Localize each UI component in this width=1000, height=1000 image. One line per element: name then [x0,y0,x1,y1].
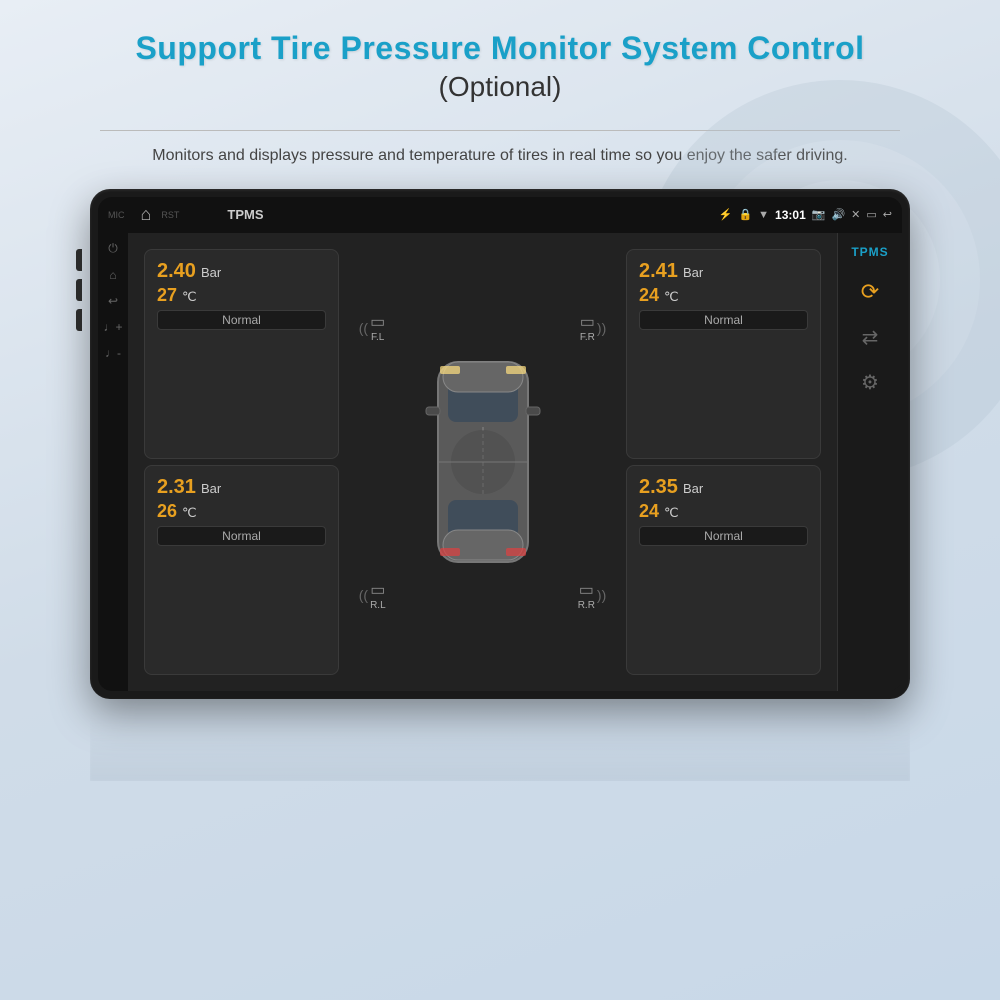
window-icon[interactable]: ▭ [866,208,876,221]
label-fl: F.L [371,332,384,343]
tire-fl-temp-unit: ℃ [182,289,197,305]
status-time: 13:01 [775,208,806,222]
tire-rl-temp-unit: ℃ [182,505,197,521]
side-button-3[interactable] [76,309,82,331]
tire-rr-pressure-unit: Bar [683,481,703,496]
sidebar-vol-up-icon[interactable]: ♩+ [103,320,122,334]
tire-fl-status: Normal [157,310,326,330]
tire-rl-status: Normal [157,526,326,546]
volume-icon: 🔊 [831,208,845,221]
waves-rr-icon: )) [597,587,606,603]
tire-fr-pressure-unit: Bar [683,265,703,280]
sidebar-vol-down-icon[interactable]: ♩- [105,346,121,360]
sensor-fr: ▭ F.R [580,312,595,343]
side-buttons [76,249,82,331]
device-reflection [90,701,910,781]
tire-rr-temp-row: 24 ℃ [639,501,808,522]
reflection-inner [90,701,910,781]
sensor-rr: ▭ R.R [578,580,595,611]
sensor-fl-group: (( ▭ F.L [359,312,385,343]
tire-fl-temp-row: 27 ℃ [157,285,326,306]
tire-fr-pressure-row: 2.41 Bar [639,260,808,283]
tire-rr-pressure-row: 2.35 Bar [639,476,808,499]
side-button-2[interactable] [76,279,82,301]
tire-fr-temp-unit: ℃ [664,289,679,305]
side-button-1[interactable] [76,249,82,271]
tire-card-rr: 2.35 Bar 24 ℃ Normal [626,465,821,675]
tire-rl-temp: 26 [157,501,177,522]
sensor-rl-group: (( ▭ R.L [359,580,386,611]
app-title-label: TPMS [227,207,710,222]
label-fr: F.R [580,332,595,343]
tire-fl-temp: 27 [157,285,177,306]
sidebar-home-icon[interactable]: ⌂ [109,268,116,282]
tire-fl-pressure: 2.40 [157,260,196,283]
sensor-fl: ▭ F.L [370,312,385,343]
tpms-display: 2.40 Bar 27 ℃ Normal [128,233,837,691]
tire-card-rl: 2.31 Bar 26 ℃ Normal [144,465,339,675]
tire-icon-rl: ▭ [370,580,385,600]
tire-rr-temp: 24 [639,501,659,522]
tire-card-fl: 2.40 Bar 27 ℃ Normal [144,249,339,459]
waves-fl-icon: (( [359,320,368,336]
status-bar: MIC ⌂ RST TPMS ⚡ 🔒 ▼ 13:01 📷 🔊 ✕ ▭ ↩ [98,197,902,233]
sidebar-power-icon[interactable]: ⏻ [108,241,118,256]
tire-center: (( ▭ F.L ▭ [345,249,620,675]
label-rl: R.L [370,600,386,611]
tire-icon-fr: ▭ [580,312,595,332]
back-icon[interactable]: ↩ [883,208,892,221]
sensor-fr-group: ▭ F.R )) [580,312,606,343]
mic-label: MIC [108,210,125,220]
tire-fr-temp-row: 24 ℃ [639,285,808,306]
home-icon[interactable]: ⌂ [141,204,152,225]
tire-rr-pressure: 2.35 [639,476,678,499]
device-frame: MIC ⌂ RST TPMS ⚡ 🔒 ▼ 13:01 📷 🔊 ✕ ▭ ↩ [90,189,910,699]
waves-fr-icon: )) [597,320,606,336]
tire-fr-temp: 24 [639,285,659,306]
tire-fr-pressure: 2.41 [639,260,678,283]
settings-gear-icon[interactable]: ⚙ [861,370,879,395]
usb-icon: ⚡ [719,208,733,221]
tpms-layout: 2.40 Bar 27 ℃ Normal [138,243,827,681]
tire-rr-status: Normal [639,526,808,546]
device-screen: MIC ⌂ RST TPMS ⚡ 🔒 ▼ 13:01 📷 🔊 ✕ ▭ ↩ [98,197,902,691]
waves-rl-icon: (( [359,587,368,603]
sensor-rl: ▭ R.L [370,580,386,611]
page-container: Support Tire Pressure Monitor System Con… [0,0,1000,1000]
status-icons: ⚡ 🔒 ▼ 13:01 📷 🔊 ✕ ▭ ↩ [719,208,892,222]
tire-fl-pressure-unit: Bar [201,265,221,280]
tire-rl-pressure-unit: Bar [201,481,221,496]
left-sidebar: ⏻ ⌂ ↩ ♩+ ♩- [98,233,128,691]
tire-fr-status: Normal [639,310,808,330]
tire-card-fr: 2.41 Bar 24 ℃ Normal [626,249,821,459]
sensor-rr-group: ▭ R.R )) [578,580,607,611]
device-content: ⏻ ⌂ ↩ ♩+ ♩- 2.40 Bar [98,233,902,691]
label-rr: R.R [578,600,595,611]
tire-rl-temp-row: 26 ℃ [157,501,326,522]
tire-rl-pressure-row: 2.31 Bar [157,476,326,499]
rst-label: RST [161,210,179,220]
tire-icon-rr: ▭ [579,580,594,600]
lock-icon: 🔒 [738,208,752,221]
sync-icon[interactable]: ⟳ [861,279,879,305]
transfer-icon[interactable]: ⇄ [862,325,879,350]
tire-rr-temp-unit: ℃ [664,505,679,521]
tire-icon-fl: ▭ [370,312,385,332]
camera-icon: 📷 [812,208,826,221]
tire-rl-pressure: 2.31 [157,476,196,499]
right-panel: TPMS ⟳ ⇄ ⚙ [837,233,902,691]
close-icon[interactable]: ✕ [851,208,860,221]
main-title: Support Tire Pressure Monitor System Con… [20,30,980,67]
car-topdown-svg [418,352,548,572]
right-panel-tpms-label: TPMS [851,245,888,259]
tire-fl-pressure-row: 2.40 Bar [157,260,326,283]
wifi-icon: ▼ [758,209,769,221]
sidebar-back-icon[interactable]: ↩ [108,294,118,308]
